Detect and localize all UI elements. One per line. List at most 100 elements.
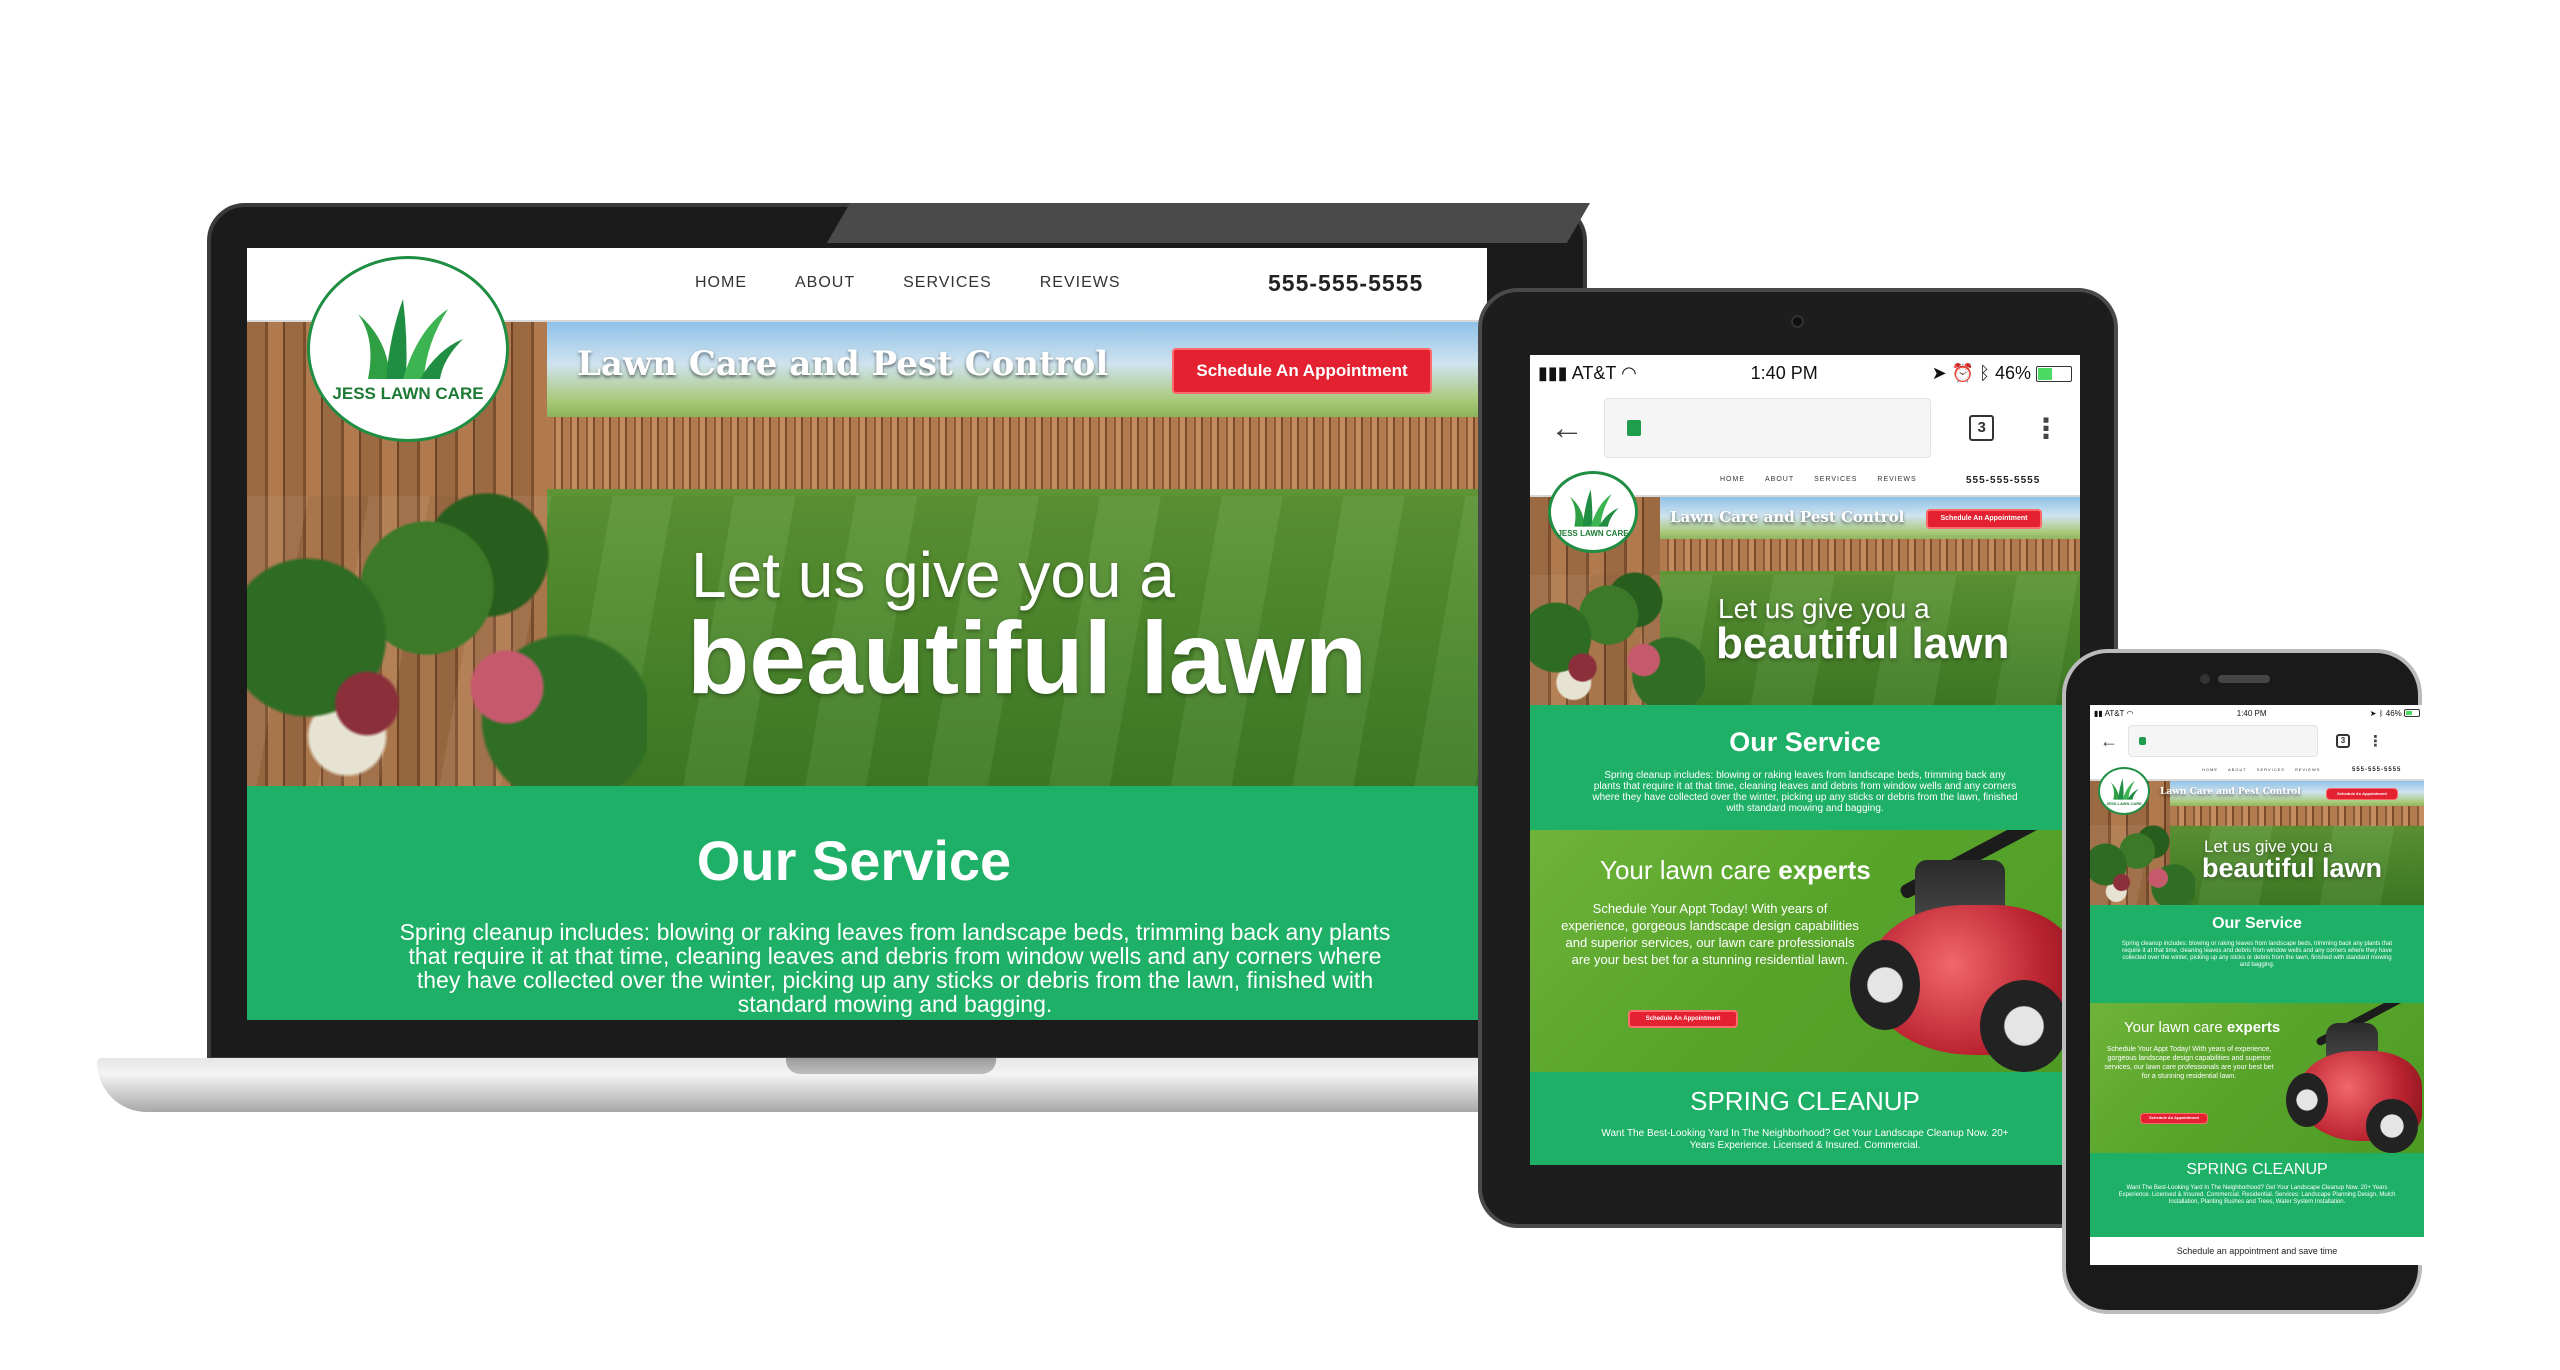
phone-mower-wheel-back xyxy=(2366,1099,2418,1153)
phone-nav-reviews[interactable]: REVIEWS xyxy=(2295,767,2320,772)
tablet-experts-title-pre: Your lawn care xyxy=(1600,855,1772,885)
hero-headline-line2: beautiful lawn xyxy=(687,601,1368,715)
service-body: Spring cleanup includes: blowing or raki… xyxy=(399,919,1391,1017)
site-logo[interactable]: JESS LAWN CARE xyxy=(307,256,509,442)
tablet-grass-logo-icon xyxy=(1569,488,1619,527)
phone-screen: ▮▮ AT&T ◠ 1:40 PM ➤ ᛒ 46% ← 3 ⋮ HOME ABO… xyxy=(2090,705,2424,1265)
tablet-mower-wheel-front xyxy=(1850,940,1920,1030)
phone-schedule-button[interactable]: Schedule An Appointment xyxy=(2326,788,2398,800)
phone-urlbar: ← 3 ⋮ xyxy=(2090,721,2424,761)
alarm-icon: ⏰ xyxy=(1951,362,1975,383)
laptop-glare xyxy=(826,203,1590,243)
phone-grass-logo-icon xyxy=(2110,777,2139,800)
carrier-group: ▮▮▮ AT&T ◠ xyxy=(1538,363,1637,384)
phone-shrubs xyxy=(2090,815,2195,905)
shrubs xyxy=(247,456,647,786)
url-input[interactable] xyxy=(1604,398,1932,458)
nav-about[interactable]: ABOUT xyxy=(795,274,855,292)
phone-experts-title-pre: Your lawn care xyxy=(2124,1019,2223,1036)
phone-nav-home[interactable]: HOME xyxy=(2202,767,2218,772)
carrier: AT&T xyxy=(1571,362,1617,383)
nav-services[interactable]: SERVICES xyxy=(903,274,992,292)
phone-headline-line2: beautiful lawn xyxy=(2202,853,2383,883)
tablet-nav-home[interactable]: HOME xyxy=(1720,476,1745,483)
phone-statusbar: ▮▮ AT&T ◠ 1:40 PM ➤ ᛒ 46% xyxy=(2090,705,2424,721)
kebab-menu-icon[interactable]: ⋮ xyxy=(2032,412,2060,445)
hero-tagline: Lawn Care and Pest Control xyxy=(577,344,1109,384)
service-title: Our Service xyxy=(696,829,1012,892)
phone-wifi-icon: ◠ xyxy=(2126,708,2134,718)
phone-clock: 1:40 PM xyxy=(2236,708,2267,718)
phone-battery-percent: 46% xyxy=(2385,708,2402,718)
tablet-shrubs xyxy=(1530,555,1705,705)
phone-nav-about[interactable]: ABOUT xyxy=(2228,767,2247,772)
tablet-site-logo[interactable]: JESS LAWN CARE xyxy=(1548,471,1638,553)
tablet-hero-tagline: Lawn Care and Pest Control xyxy=(1670,508,1905,526)
tablet-nav-about[interactable]: ABOUT xyxy=(1765,476,1794,483)
phone-footer-note: Schedule an appointment and save time xyxy=(2090,1237,2424,1265)
tablet-spring-section: SPRING CLEANUP Want The Best-Looking Yar… xyxy=(1530,1072,2080,1165)
tablet-mower-wheel-back xyxy=(1980,980,2068,1072)
phone-logo-text: JESS LAWN CARE xyxy=(2106,800,2142,806)
tablet-camera xyxy=(1791,315,1804,328)
phone-experts-cta[interactable]: Schedule An Appointment xyxy=(2140,1113,2208,1124)
fence xyxy=(547,417,1487,489)
tablet-logo-text: JESS LAWN CARE xyxy=(1557,528,1629,538)
phone-experts-section: Your lawn care experts Schedule Your App… xyxy=(2090,1003,2424,1153)
schedule-appointment-button[interactable]: Schedule An Appointment xyxy=(1172,348,1432,394)
tablet-experts-section: Your lawn care experts Schedule Your App… xyxy=(1530,830,2080,1072)
tablet-nav-reviews[interactable]: REVIEWS xyxy=(1877,476,1916,483)
nav-links: HOME ABOUT SERVICES REVIEWS xyxy=(695,274,1121,292)
tablet-urlbar: ← 3 ⋮ xyxy=(1530,391,2080,465)
signal-icon: ▮▮▮ xyxy=(1538,362,1568,383)
tablet-phone-number[interactable]: 555-555-5555 xyxy=(1966,475,2040,486)
tablet-service-body: Spring cleanup includes: blowing or raki… xyxy=(1592,770,2018,814)
battery-icon xyxy=(2036,365,2072,382)
phone-service-title: Our Service xyxy=(2212,915,2302,932)
tablet-headline-line2: beautiful lawn xyxy=(1716,619,2010,668)
phone-hero-tagline: Lawn Care and Pest Control xyxy=(2160,787,2301,797)
tablet-schedule-button[interactable]: Schedule An Appointment xyxy=(1926,509,2042,529)
grass-logo-icon xyxy=(358,299,463,379)
phone-nav-services[interactable]: SERVICES xyxy=(2257,767,2285,772)
phone-spring-title: SPRING CLEANUP xyxy=(2186,1161,2328,1178)
lock-icon xyxy=(1627,420,1641,436)
battery-percent: 46% xyxy=(1994,362,2031,383)
phone-experts-title: Your lawn care experts xyxy=(2124,1019,2280,1036)
phone-experts-body: Schedule Your Appt Today! With years of … xyxy=(2104,1046,2274,1080)
phone-number[interactable]: 555-555-5555 xyxy=(1268,270,1423,297)
phone-fence xyxy=(2170,806,2424,826)
tablet-nav-links: HOME ABOUT SERVICES REVIEWS xyxy=(1720,476,1917,483)
nav-home[interactable]: HOME xyxy=(695,274,747,292)
phone-kebab-menu-icon[interactable]: ⋮ xyxy=(2368,732,2383,750)
tablet-experts-body: Schedule Your Appt Today! With years of … xyxy=(1561,901,1859,967)
phone-spring-body: Want The Best-Looking Yard In The Neighb… xyxy=(2118,1185,2396,1205)
phone-signal-icon: ▮▮ xyxy=(2094,708,2103,718)
tablet-spring-title: SPRING CLEANUP xyxy=(1690,1086,1920,1116)
phone-camera xyxy=(2200,674,2210,684)
phone-site-logo[interactable]: JESS LAWN CARE xyxy=(2098,767,2150,815)
phone-tab-switcher-icon[interactable]: 3 xyxy=(2336,734,2350,748)
phone-location-icon: ➤ xyxy=(2369,708,2377,718)
tab-switcher-icon[interactable]: 3 xyxy=(1969,415,1994,441)
tablet-spring-body: Want The Best-Looking Yard In The Neighb… xyxy=(1601,1128,2009,1151)
laptop-screen: HOME ABOUT SERVICES REVIEWS 555-555-5555… xyxy=(247,248,1487,1020)
wifi-icon: ◠ xyxy=(1621,362,1637,383)
phone-service-body: Spring cleanup includes: blowing or raki… xyxy=(2121,941,2393,968)
phone-battery-icon xyxy=(2404,709,2420,718)
back-arrow-icon[interactable]: ← xyxy=(1550,409,1584,448)
phone-back-arrow-icon[interactable]: ← xyxy=(2100,731,2118,752)
tablet-statusbar: ▮▮▮ AT&T ◠ 1:40 PM ➤ ⏰ ᛒ 46% xyxy=(1530,355,2080,391)
phone-site-phone-number[interactable]: 555-555-5555 xyxy=(2352,767,2401,773)
tablet-nav-services[interactable]: SERVICES xyxy=(1814,476,1857,483)
phone-url-input[interactable] xyxy=(2128,725,2318,757)
laptop-notch xyxy=(786,1058,996,1074)
phone-spring-section: SPRING CLEANUP Want The Best-Looking Yar… xyxy=(2090,1153,2424,1237)
bluetooth-icon: ᛒ xyxy=(1979,362,1990,383)
tablet-experts-title-strong: experts xyxy=(1778,855,1871,885)
phone-carrier-group: ▮▮ AT&T ◠ xyxy=(2094,709,2134,718)
status-right: ➤ ⏰ ᛒ 46% xyxy=(1932,363,2072,384)
phone-speaker xyxy=(2218,675,2270,683)
tablet-experts-cta[interactable]: Schedule An Appointment xyxy=(1628,1010,1738,1028)
nav-reviews[interactable]: REVIEWS xyxy=(1040,274,1121,292)
